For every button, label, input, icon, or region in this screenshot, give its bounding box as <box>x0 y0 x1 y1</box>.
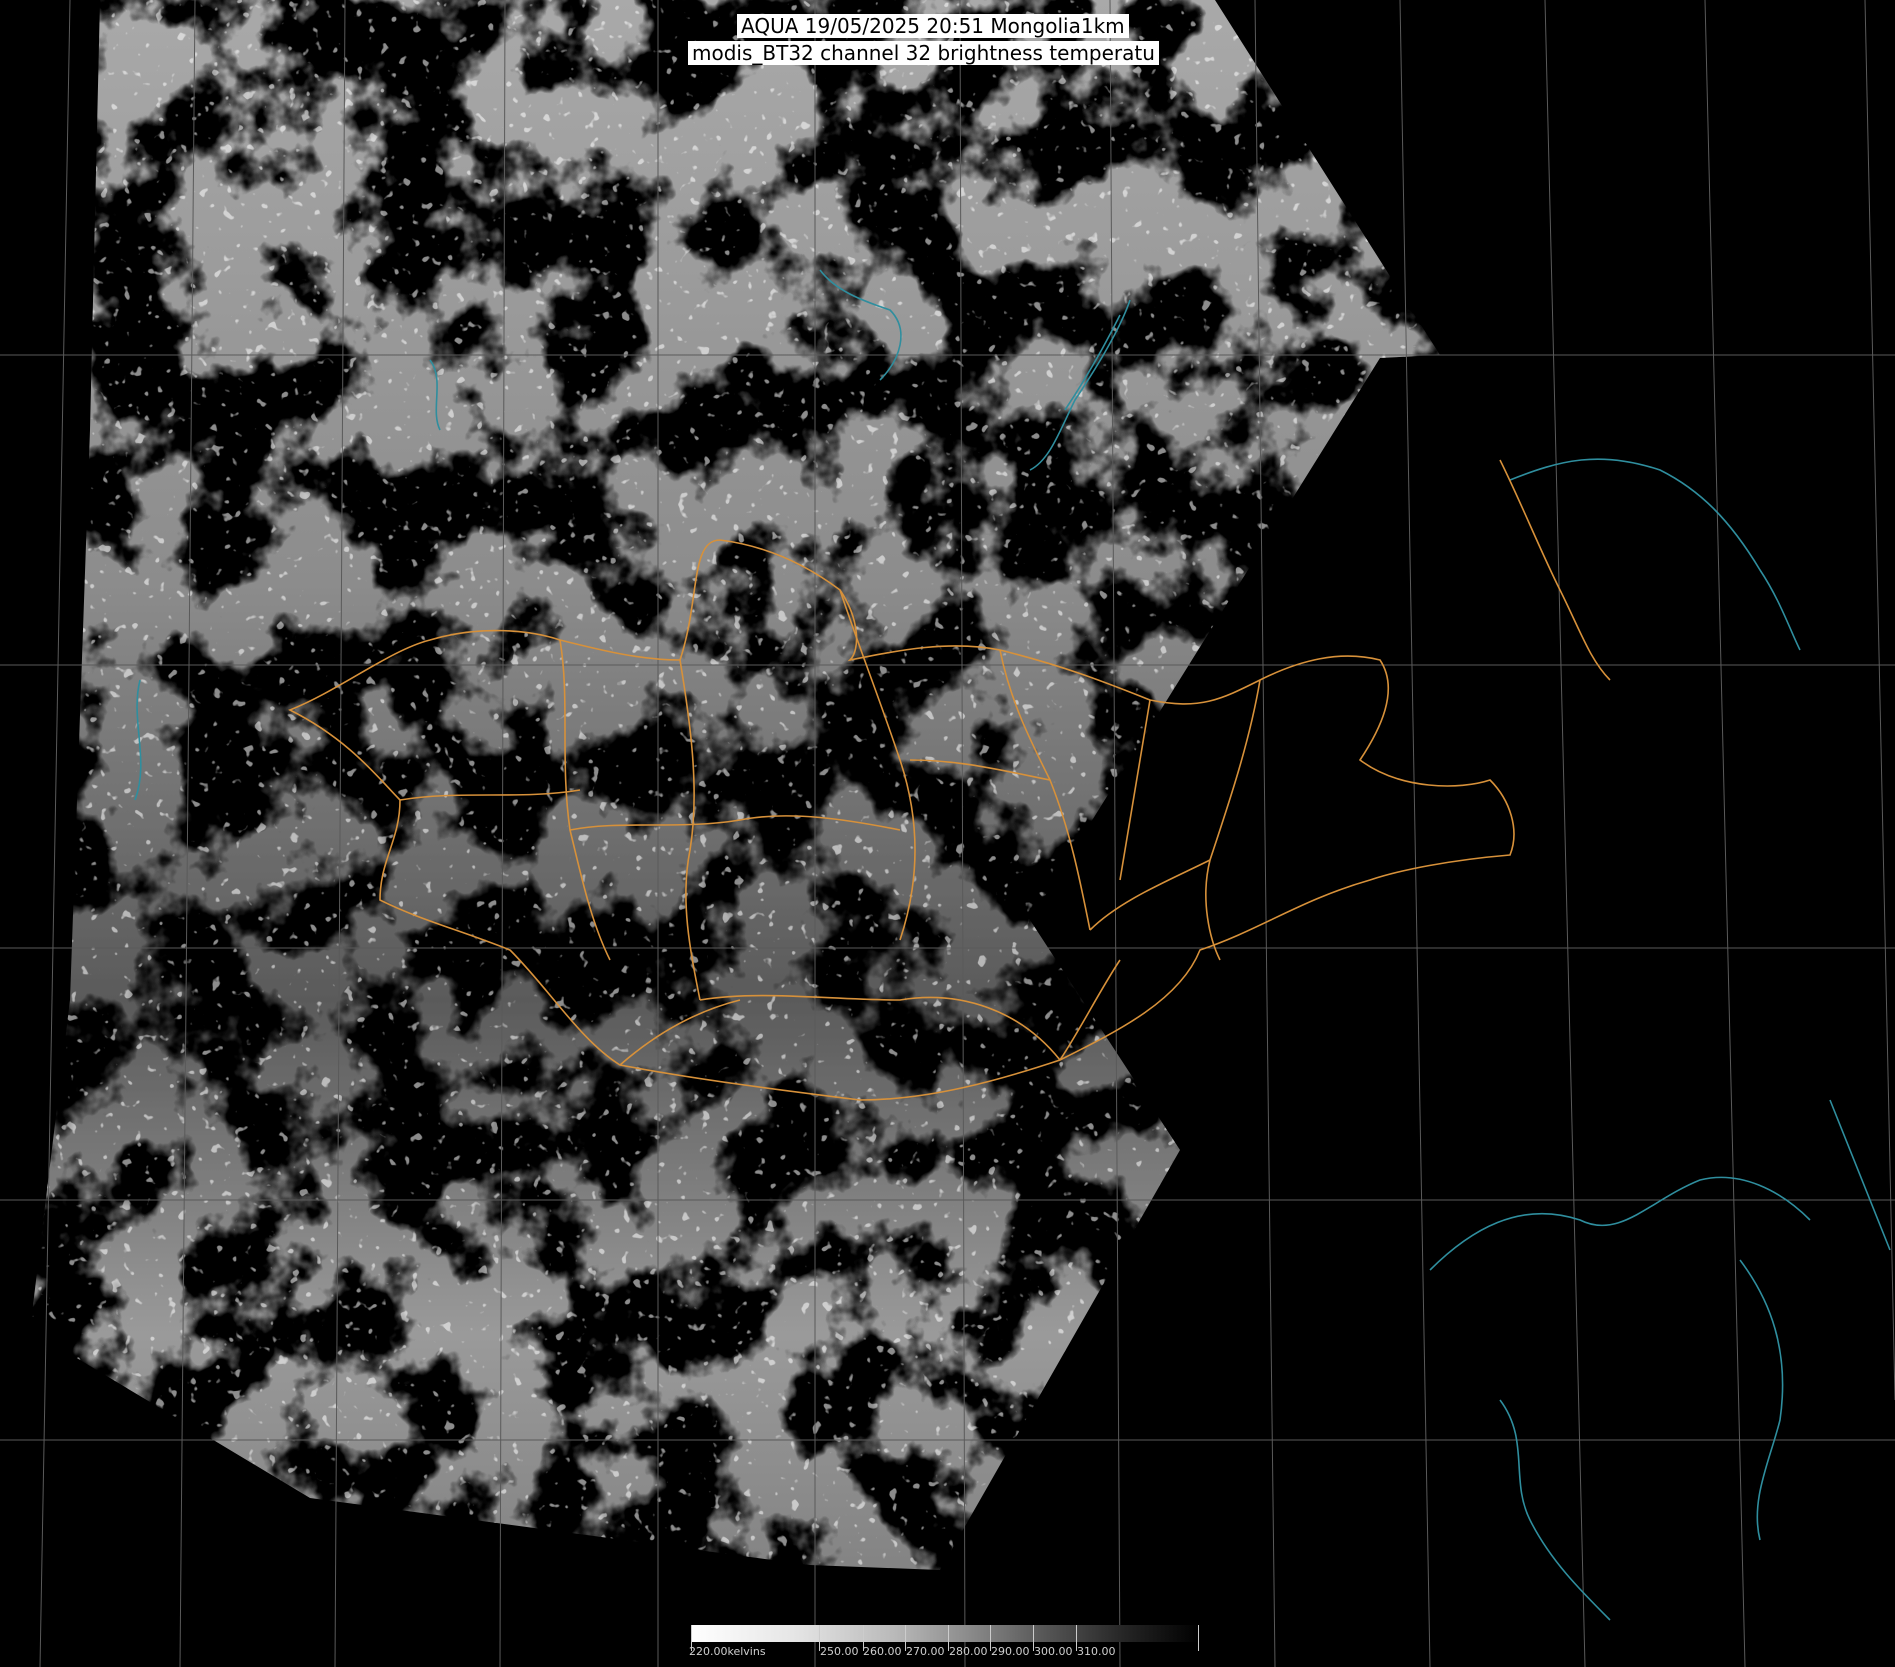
colorbar <box>691 1625 1199 1642</box>
colorbar-label-310: 310.00 <box>1077 1645 1116 1658</box>
colorbar-label-280: 280.00 <box>949 1645 988 1658</box>
satellite-swath <box>30 0 1440 1570</box>
colorbar-tick <box>1198 1625 1199 1651</box>
colorbar-label-220: 220.00kelvins <box>689 1645 766 1658</box>
far-east-border <box>1499 459 1611 681</box>
colorbar-label-300: 300.00 <box>1034 1645 1073 1658</box>
map-canvas <box>0 0 1895 1667</box>
colorbar-label-270: 270.00 <box>906 1645 945 1658</box>
colorbar-label-260: 260.00 <box>863 1645 902 1658</box>
title-line-1: AQUA 19/05/2025 20:51 Mongolia1km <box>737 14 1129 38</box>
colorbar-label-250: 250.00 <box>820 1645 859 1658</box>
east-coast <box>1429 1176 1811 1271</box>
title-line-2: modis_BT32 channel 32 brightness tempera… <box>688 41 1159 65</box>
satellite-map: AQUA 19/05/2025 20:51 Mongolia1km modis_… <box>0 0 1895 1667</box>
northeast-border-line <box>1509 458 1801 651</box>
colorbar-label-290: 290.00 <box>991 1645 1030 1658</box>
